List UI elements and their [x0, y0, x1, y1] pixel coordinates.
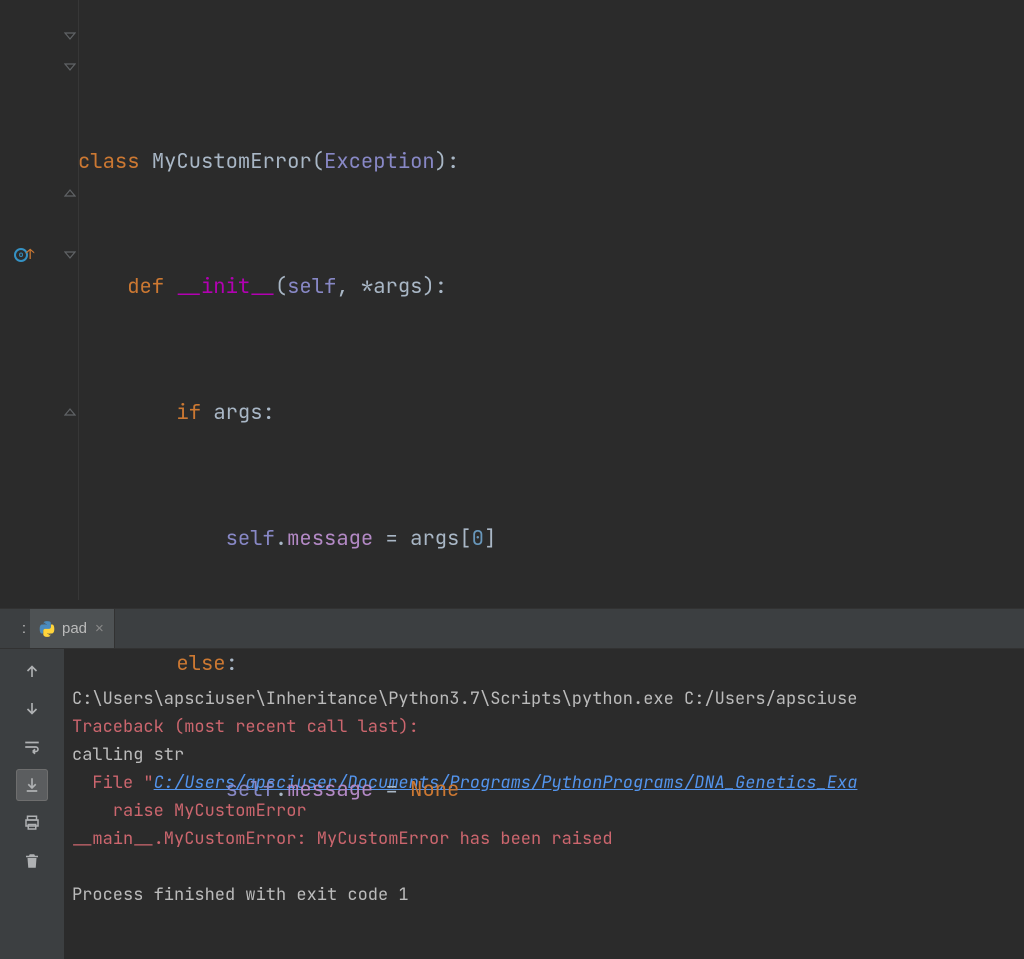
- console-toolbar: [0, 649, 64, 959]
- code-editor[interactable]: class MyCustomError(Exception): def __in…: [78, 0, 1024, 608]
- editor-gutter: o↑: [0, 0, 78, 608]
- fold-end-icon[interactable]: [64, 187, 76, 199]
- code-line[interactable]: [78, 899, 1024, 930]
- editor-area: o↑ class MyCustomError(Exception): def _…: [0, 0, 1024, 608]
- print-button[interactable]: [16, 807, 48, 839]
- scroll-down-button[interactable]: [16, 693, 48, 725]
- code-line[interactable]: def __init__(self, *args):: [78, 271, 1024, 302]
- soft-wrap-button[interactable]: [16, 731, 48, 763]
- code-line[interactable]: if args:: [78, 397, 1024, 428]
- scroll-to-end-button[interactable]: [16, 769, 48, 801]
- fold-collapse-icon[interactable]: [64, 249, 76, 261]
- override-method-icon[interactable]: o↑: [14, 246, 34, 264]
- fold-collapse-icon[interactable]: [64, 30, 76, 42]
- code-line[interactable]: else:: [78, 648, 1024, 679]
- code-line[interactable]: self.message = args[0]: [78, 523, 1024, 554]
- run-panel-label: :: [0, 609, 30, 648]
- python-file-icon: [38, 620, 56, 638]
- clear-button[interactable]: [16, 845, 48, 877]
- code-line[interactable]: class MyCustomError(Exception):: [78, 146, 1024, 177]
- code-line[interactable]: self.message = None: [78, 774, 1024, 805]
- fold-collapse-icon[interactable]: [64, 61, 76, 73]
- scroll-up-button[interactable]: [16, 655, 48, 687]
- fold-end-icon[interactable]: [64, 406, 76, 418]
